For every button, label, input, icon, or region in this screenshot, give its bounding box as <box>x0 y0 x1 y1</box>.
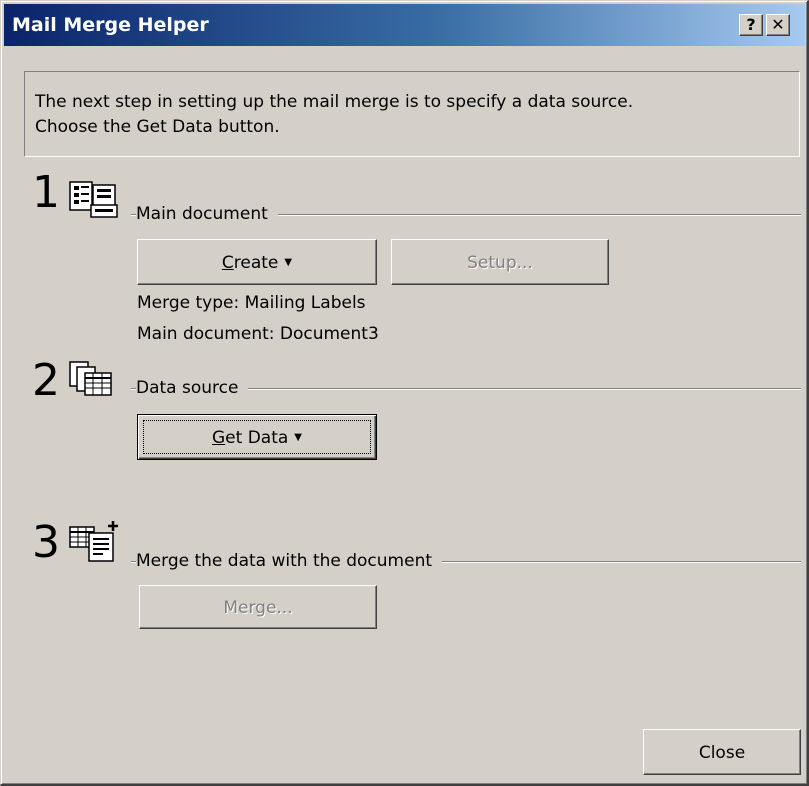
step-2-label: Data source <box>136 378 249 398</box>
setup-button[interactable]: Setup... <box>391 239 609 285</box>
get-data-label: et Data <box>225 428 289 448</box>
get-data-button[interactable]: Get Data ▼ <box>137 414 377 460</box>
data-source-icon <box>69 361 112 396</box>
close-button[interactable]: Close <box>643 729 801 775</box>
help-button[interactable]: ? <box>739 14 763 36</box>
get-data-mnemonic: G <box>211 428 226 448</box>
step-1-number: 1 <box>32 167 60 218</box>
create-mnemonic: C <box>221 253 234 273</box>
merge-icon <box>69 521 118 562</box>
step-3-number: 3 <box>32 517 60 568</box>
instruction-line-1: The next step in setting up the mail mer… <box>35 92 634 112</box>
step-3-label: Merge the data with the document <box>136 551 443 571</box>
dropdown-arrow-icon: ▼ <box>294 432 302 443</box>
close-window-button[interactable]: ✕ <box>766 14 790 36</box>
main-document-icon <box>69 181 118 218</box>
create-label: reate <box>233 253 279 273</box>
window-title: Mail Merge Helper <box>12 14 209 36</box>
step-2-number: 2 <box>32 355 60 406</box>
step-1-label: Main document <box>136 204 278 224</box>
dropdown-arrow-icon: ▼ <box>284 257 293 268</box>
close-icon: ✕ <box>771 15 785 34</box>
mail-merge-helper-dialog: Mail Merge Helper ? ✕ The next step in s… <box>0 0 809 786</box>
instruction-line-2: Choose the Get Data button. <box>35 117 280 137</box>
main-document-text: Main document: Document3 <box>137 324 379 344</box>
title-bar[interactable]: Mail Merge Helper ? ✕ <box>4 4 805 46</box>
merge-type-text: Merge type: Mailing Labels <box>137 293 366 313</box>
create-button[interactable]: Create ▼ <box>137 239 377 285</box>
merge-button[interactable]: Merge... <box>139 585 377 629</box>
instruction-box: The next step in setting up the mail mer… <box>24 71 800 157</box>
